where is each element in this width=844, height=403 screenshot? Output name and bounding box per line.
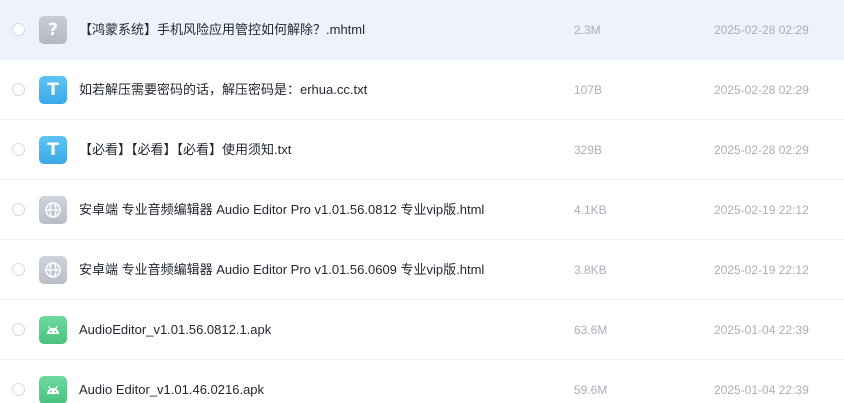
file-row[interactable]: 安卓端 专业音频编辑器 Audio Editor Pro v1.01.56.08… [0,180,844,240]
file-date: 2025-02-19 22:12 [714,203,809,217]
file-name[interactable]: Audio Editor_v1.01.46.0216.apk [79,382,264,398]
row-checkbox[interactable] [12,383,25,396]
row-checkbox[interactable] [12,263,25,276]
row-checkbox[interactable] [12,83,25,96]
text-file-icon: T [39,136,67,164]
file-date: 2025-01-04 22:39 [714,383,809,397]
file-list: ? 【鸿蒙系统】手机风险应用管控如何解除？.mhtml 2.3M 2025-02… [0,0,844,403]
file-size: 4.1KB [574,203,607,217]
apk-file-icon [39,316,67,344]
apk-file-icon [39,376,67,403]
file-size: 63.6M [574,323,608,337]
file-name[interactable]: 如若解压需要密码的话，解压密码是：erhua.cc.txt [79,82,367,98]
text-file-icon: T [39,76,67,104]
android-icon [47,325,59,334]
file-size: 59.6M [574,383,608,397]
file-date: 2025-01-04 22:39 [714,323,809,337]
file-name[interactable]: 【鸿蒙系统】手机风险应用管控如何解除？.mhtml [79,22,365,38]
file-row[interactable]: T 如若解压需要密码的话，解压密码是：erhua.cc.txt 107B 202… [0,60,844,120]
file-name[interactable]: AudioEditor_v1.01.56.0812.1.apk [79,322,271,338]
file-name[interactable]: 安卓端 专业音频编辑器 Audio Editor Pro v1.01.56.08… [79,202,484,218]
html-file-icon [39,256,67,284]
file-size: 107B [574,83,603,97]
unknown-file-icon: ? [39,16,67,44]
html-file-icon [39,196,67,224]
file-name[interactable]: 【必看】【必看】【必看】使用须知.txt [79,142,291,158]
file-size: 2.3M [574,23,601,37]
row-checkbox[interactable] [12,143,25,156]
file-size: 3.8KB [574,263,607,277]
file-date: 2025-02-28 02:29 [714,23,809,37]
globe-icon [45,262,61,278]
file-row[interactable]: Audio Editor_v1.01.46.0216.apk 59.6M 202… [0,360,844,403]
file-row[interactable]: ? 【鸿蒙系统】手机风险应用管控如何解除？.mhtml 2.3M 2025-02… [0,0,844,60]
file-row[interactable]: AudioEditor_v1.01.56.0812.1.apk 63.6M 20… [0,300,844,360]
file-row[interactable]: T 【必看】【必看】【必看】使用须知.txt 329B 2025-02-28 0… [0,120,844,180]
row-checkbox[interactable] [12,203,25,216]
row-checkbox[interactable] [12,23,25,36]
file-row[interactable]: 安卓端 专业音频编辑器 Audio Editor Pro v1.01.56.06… [0,240,844,300]
file-date: 2025-02-28 02:29 [714,143,809,157]
file-size: 329B [574,143,603,157]
android-icon [47,385,59,394]
file-date: 2025-02-28 02:29 [714,83,809,97]
row-checkbox[interactable] [12,323,25,336]
file-date: 2025-02-19 22:12 [714,263,809,277]
globe-icon [45,202,61,218]
file-name[interactable]: 安卓端 专业音频编辑器 Audio Editor Pro v1.01.56.06… [79,262,484,278]
